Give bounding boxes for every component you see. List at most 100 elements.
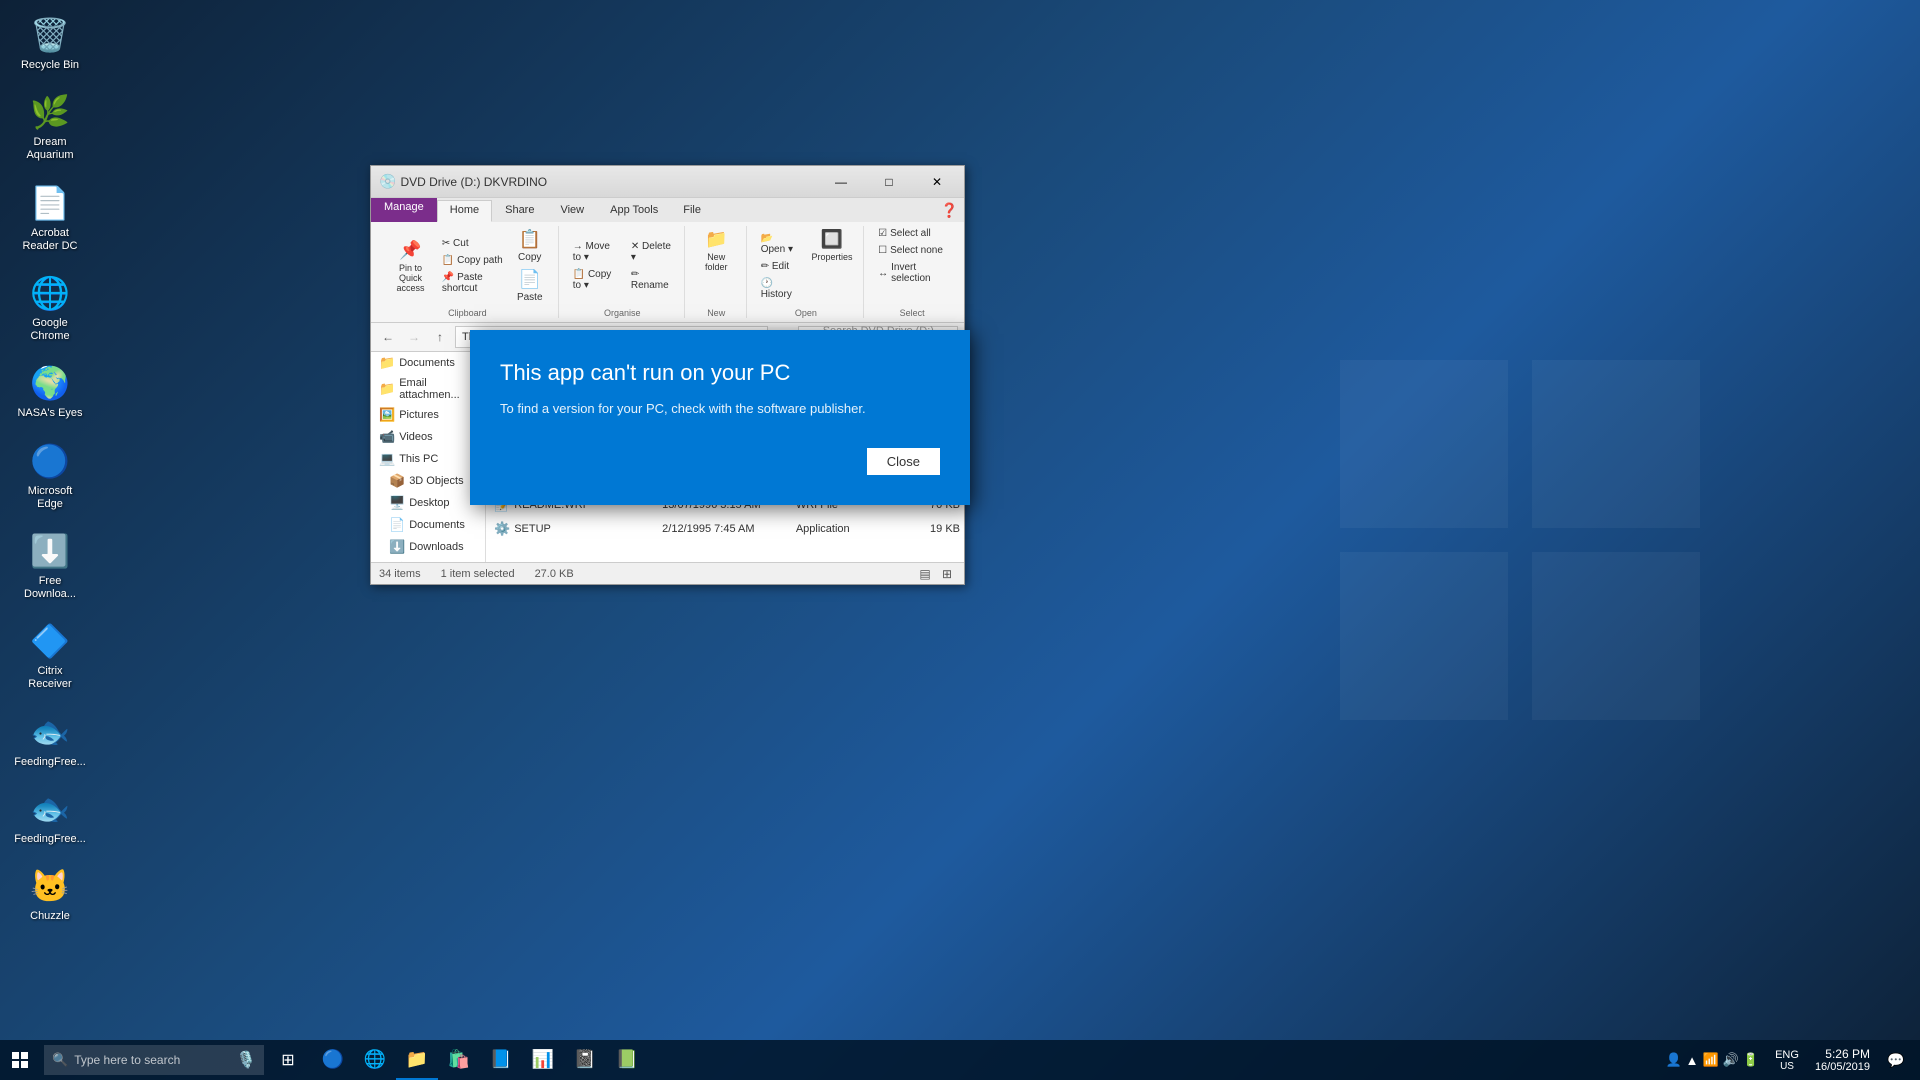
edit-button[interactable]: ✏ Edit (757, 259, 803, 274)
paste-shortcut-button[interactable]: 📌 Paste shortcut (438, 270, 508, 296)
details-view-button[interactable]: ▤ (916, 565, 934, 583)
taskbar-right: 👤 ▲ 📶 🔊 🔋 ENG US 5:26 PM 16/05/2019 💬 (1657, 1040, 1920, 1080)
notification-button[interactable]: 💬 (1880, 1040, 1912, 1080)
delete-rename-btns: ✕ Delete ▾ ✏ Rename (627, 239, 676, 293)
nav-item-3d-objects[interactable]: 📦 3D Objects (371, 470, 485, 492)
open-label: Open (795, 306, 817, 318)
desktop-icon-nasas-eyes[interactable]: 🌍 NASA's Eyes (10, 358, 90, 425)
start-button[interactable] (0, 1040, 40, 1080)
invert-selection-button[interactable]: ↔ Invert selection (874, 260, 950, 286)
nav-item-this-pc[interactable]: 💻 This PC (371, 448, 485, 470)
task-view-button[interactable]: ⊞ (268, 1040, 308, 1080)
feedingfree1-label: FeedingFree... (14, 756, 86, 769)
wifi-icon[interactable]: ▲ (1686, 1053, 1699, 1068)
rename-button[interactable]: ✏ Rename (627, 267, 676, 293)
desktop-icon-free-download[interactable]: ⬇️ Free Downloa... (10, 526, 90, 606)
desktop-icon-microsoft-edge[interactable]: 🔵 Microsoft Edge (10, 436, 90, 516)
people-icon[interactable]: 👤 (1665, 1052, 1681, 1068)
nasas-eyes-label: NASA's Eyes (17, 407, 82, 420)
tab-home[interactable]: Home (437, 200, 492, 222)
organise-label: Organise (604, 306, 641, 318)
nav-item-email[interactable]: 📁 Email attachmen... (371, 374, 485, 404)
sys-tray: 👤 ▲ 📶 🔊 🔋 (1657, 1052, 1767, 1068)
properties-label: Properties (812, 252, 853, 262)
pin-button[interactable]: 📌 Pin to Quickaccess (385, 237, 436, 296)
paste-button[interactable]: 📄 Paste (510, 266, 550, 306)
desktop-icon-dream-aquarium[interactable]: 🌿 Dream Aquarium (10, 87, 90, 167)
chuzzle-label: Chuzzle (30, 910, 70, 923)
clipboard-buttons: 📌 Pin to Quickaccess ✂ Cut 📋 Copy path 📌… (385, 226, 550, 306)
copy-path-button[interactable]: 📋 Copy path (438, 253, 508, 268)
taskbar-chrome[interactable]: 🌐 (354, 1040, 396, 1080)
table-row[interactable]: ⚙️ SETUP 2/12/1995 7:45 AM Application 1… (486, 517, 964, 541)
dream-aquarium-icon: 🌿 (30, 92, 70, 132)
tab-file[interactable]: File (675, 198, 709, 222)
nav-item-downloads[interactable]: ⬇️ Downloads (371, 536, 485, 558)
desktop-icon-google-chrome[interactable]: 🌐 Google Chrome (10, 268, 90, 348)
move-to-button[interactable]: → Move to ▾ (569, 239, 625, 265)
large-icon-view-button[interactable]: ⊞ (938, 565, 956, 583)
ribbon-content: 📌 Pin to Quickaccess ✂ Cut 📋 Copy path 📌… (371, 222, 964, 322)
desktop-icon-acrobat[interactable]: 📄 Acrobat Reader DC (10, 178, 90, 258)
language-indicator[interactable]: ENG US (1769, 1047, 1805, 1074)
nav-item-videos[interactable]: 📹 Videos (371, 426, 485, 448)
battery-icon[interactable]: 🔋 (1743, 1052, 1759, 1068)
nav-item-desktop[interactable]: 🖥️ Desktop (371, 492, 485, 514)
copy-cut-paste-group: ✂ Cut 📋 Copy path 📌 Paste shortcut (438, 236, 508, 296)
tab-view[interactable]: View (547, 200, 597, 222)
ribbon-group-open: 📂 Open ▾ ✏ Edit 🕐 History 🔲 Properties O… (749, 226, 864, 318)
title-bar-left: 💿 DVD Drive (D:) DKVRDINO (379, 173, 818, 190)
delete-button[interactable]: ✕ Delete ▾ (627, 239, 676, 265)
open-button[interactable]: 📂 Open ▾ (757, 231, 803, 257)
forward-button[interactable]: → (403, 326, 425, 348)
copy-to-button[interactable]: 📋 Copy to ▾ (569, 267, 625, 293)
back-button[interactable]: ← (377, 326, 399, 348)
minimize-button[interactable]: — (818, 170, 864, 194)
desktop-icon-feedingfree2[interactable]: 🐟 FeedingFree... (10, 784, 90, 851)
taskbar-search[interactable]: 🔍 Type here to search 🎙️ (44, 1045, 264, 1075)
taskbar-powerpoint[interactable]: 📊 (522, 1040, 564, 1080)
maximize-button[interactable]: □ (866, 170, 912, 194)
properties-button[interactable]: 🔲 Properties (809, 226, 855, 265)
taskbar-onenote[interactable]: 📓 (564, 1040, 606, 1080)
ribbon-help[interactable]: ❓ (941, 198, 964, 222)
organise-btns: → Move to ▾ 📋 Copy to ▾ (569, 239, 625, 293)
close-button[interactable]: ✕ (914, 170, 960, 194)
nav-item-documents[interactable]: 📁 Documents (371, 352, 485, 374)
taskbar-word[interactable]: 📘 (480, 1040, 522, 1080)
tab-share[interactable]: Share (492, 200, 547, 222)
select-all-button[interactable]: ☑ Select all (874, 226, 950, 241)
desktop-icon-feedingfree1[interactable]: 🐟 FeedingFree... (10, 707, 90, 774)
dialog-close-button[interactable]: Close (867, 448, 940, 475)
desktop-icon-chuzzle[interactable]: 🐱 Chuzzle (10, 861, 90, 928)
clipboard-label: Clipboard (448, 306, 487, 318)
error-dialog: This app can't run on your PC To find a … (470, 330, 970, 505)
up-button[interactable]: ↑ (429, 326, 451, 348)
desktop-icon-citrix[interactable]: 🔷 Citrix Receiver (10, 616, 90, 696)
select-none-button[interactable]: ☐ Select none (874, 243, 950, 258)
volume-icon[interactable]: 🔊 (1723, 1052, 1739, 1068)
desktop: 🗑️ Recycle Bin 🌿 Dream Aquarium 📄 Acroba… (0, 0, 1920, 1080)
dialog-content: This app can't run on your PC To find a … (470, 330, 970, 505)
taskbar-file-explorer[interactable]: 📁 (396, 1040, 438, 1080)
network-icon[interactable]: 📶 (1703, 1052, 1719, 1068)
history-button[interactable]: 🕐 History (757, 276, 803, 302)
nav-item-pictures[interactable]: 🖼️ Pictures (371, 404, 485, 426)
dialog-title: This app can't run on your PC (500, 360, 940, 386)
new-folder-button[interactable]: 📁 Newfolder (696, 226, 736, 275)
citrix-icon: 🔷 (30, 621, 70, 661)
taskbar-excel[interactable]: 📗 (606, 1040, 648, 1080)
cut-button[interactable]: ✂ Cut (438, 236, 508, 251)
status-items-count: 34 items (379, 568, 421, 580)
taskbar-apps: 🔵 🌐 📁 🛍️ 📘 📊 📓 📗 (312, 1040, 648, 1080)
nav-item-documents2[interactable]: 📄 Documents (371, 514, 485, 536)
taskbar-edge[interactable]: 🔵 (312, 1040, 354, 1080)
tab-manage[interactable]: Manage (371, 198, 437, 222)
lang-code: ENG (1775, 1049, 1799, 1061)
tab-app-tools[interactable]: App Tools (597, 200, 671, 222)
new-label: New (707, 306, 725, 318)
taskbar-store[interactable]: 🛍️ (438, 1040, 480, 1080)
system-clock[interactable]: 5:26 PM 16/05/2019 (1807, 1045, 1878, 1075)
desktop-icon-recycle-bin[interactable]: 🗑️ Recycle Bin (10, 10, 90, 77)
copy-button[interactable]: 📋 Copy (510, 226, 550, 266)
